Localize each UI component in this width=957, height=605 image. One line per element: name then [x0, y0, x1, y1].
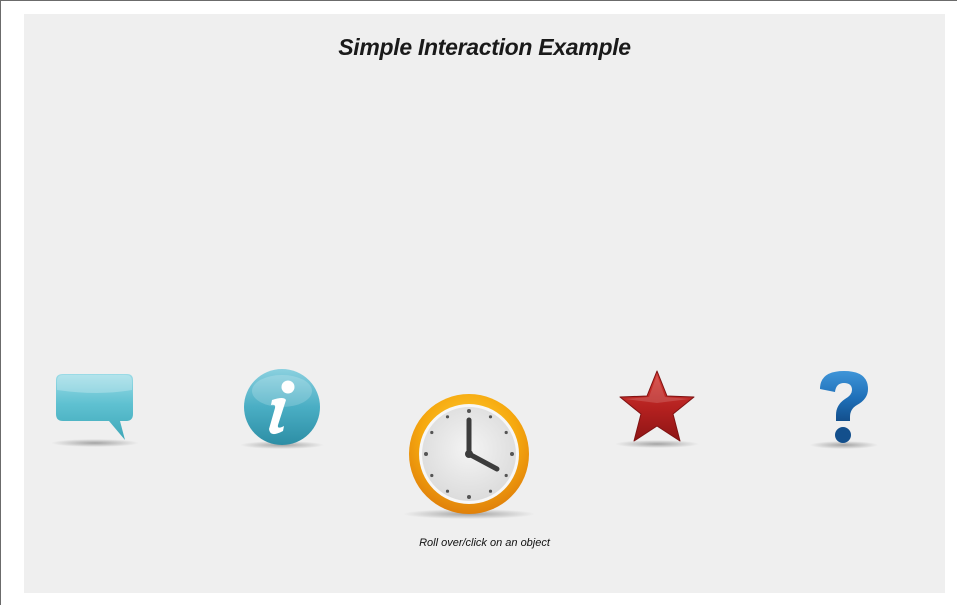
page-title: Simple Interaction Example	[338, 34, 631, 60]
star-icon[interactable]	[611, 369, 703, 451]
stage: Simple Interaction Example Roll over/cli…	[24, 14, 945, 593]
speech-bubble-icon[interactable]	[49, 370, 141, 450]
info-icon[interactable]	[236, 369, 328, 451]
question-mark-icon[interactable]	[804, 369, 884, 451]
instruction-caption: Roll over/click on an object	[419, 537, 550, 549]
clock-icon[interactable]	[399, 392, 543, 524]
window-frame: Simple Interaction Example Roll over/cli…	[0, 0, 957, 605]
